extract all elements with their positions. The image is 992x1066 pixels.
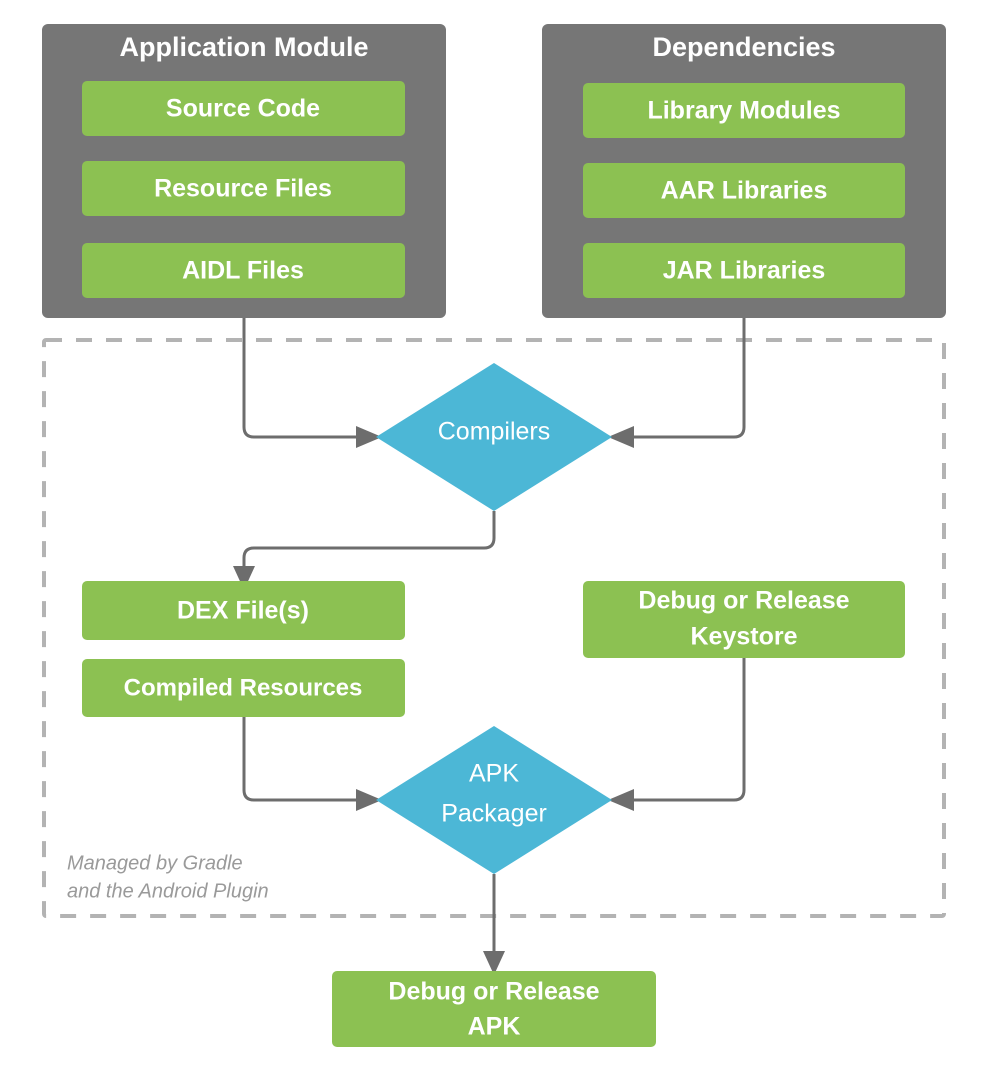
connector-packager-to-apk bbox=[483, 874, 505, 975]
managed-by-gradle-note: Managed by Gradle and the Android Plugin bbox=[67, 852, 269, 902]
note-line-1: Managed by Gradle bbox=[67, 852, 243, 874]
source-code-label: Source Code bbox=[166, 95, 320, 123]
artifact-keystore[interactable]: Debug or Release Keystore bbox=[583, 581, 905, 658]
dex-files-label: DEX File(s) bbox=[177, 597, 309, 625]
library-modules-label: Library Modules bbox=[647, 97, 840, 125]
dependencies-title: Dependencies bbox=[652, 32, 835, 62]
item-source-code[interactable]: Source Code bbox=[82, 81, 405, 136]
process-apk-packager[interactable]: APK Packager bbox=[376, 726, 612, 874]
output-apk-label-line1: Debug or Release bbox=[388, 978, 599, 1006]
compilers-dex-line bbox=[242, 511, 496, 570]
item-aar-libraries[interactable]: AAR Libraries bbox=[583, 163, 905, 218]
keystore-label-line2: Keystore bbox=[691, 623, 798, 651]
apk-packager-label-line1: APK bbox=[469, 760, 519, 788]
android-build-process-diagram: Application Module Source Code Resource … bbox=[0, 0, 992, 1066]
apk-packager-label-line2: Packager bbox=[441, 800, 547, 828]
keystore-packager-line bbox=[630, 658, 746, 802]
process-compilers[interactable]: Compilers bbox=[376, 363, 612, 511]
compiled-resources-label: Compiled Resources bbox=[124, 674, 363, 701]
aidl-files-label: AIDL Files bbox=[182, 257, 304, 285]
keystore-label-line1: Debug or Release bbox=[638, 587, 849, 615]
dependencies-compilers-line bbox=[630, 318, 746, 439]
build-process-svg-canvas: Application Module Source Code Resource … bbox=[42, 24, 946, 1047]
item-library-modules[interactable]: Library Modules bbox=[583, 83, 905, 138]
resource-files-label: Resource Files bbox=[154, 175, 332, 203]
resources-packager-line bbox=[242, 717, 360, 802]
group-dependencies: Dependencies Library Modules AAR Librari… bbox=[542, 24, 946, 318]
item-jar-libraries[interactable]: JAR Libraries bbox=[583, 243, 905, 298]
item-resource-files[interactable]: Resource Files bbox=[82, 161, 405, 216]
connector-appmodule-to-compilers bbox=[242, 318, 382, 448]
group-application-module: Application Module Source Code Resource … bbox=[42, 24, 446, 318]
output-apk-label-line2: APK bbox=[468, 1013, 521, 1041]
artifact-compiled-resources[interactable]: Compiled Resources bbox=[82, 659, 405, 717]
jar-libraries-label: JAR Libraries bbox=[663, 257, 826, 285]
connector-compilers-to-dex bbox=[233, 511, 496, 590]
appmodule-compilers-line bbox=[242, 318, 360, 439]
compilers-label: Compilers bbox=[438, 418, 551, 446]
item-aidl-files[interactable]: AIDL Files bbox=[82, 243, 405, 298]
artifact-output-apk[interactable]: Debug or Release APK bbox=[332, 971, 656, 1047]
connector-dependencies-to-compilers bbox=[608, 318, 746, 448]
artifact-dex-files[interactable]: DEX File(s) bbox=[82, 581, 405, 640]
connector-keystore-to-packager bbox=[608, 658, 746, 811]
connector-resources-to-packager bbox=[242, 717, 382, 811]
aar-libraries-label: AAR Libraries bbox=[661, 177, 828, 205]
note-line-2: and the Android Plugin bbox=[67, 880, 269, 902]
application-module-title: Application Module bbox=[120, 32, 369, 62]
